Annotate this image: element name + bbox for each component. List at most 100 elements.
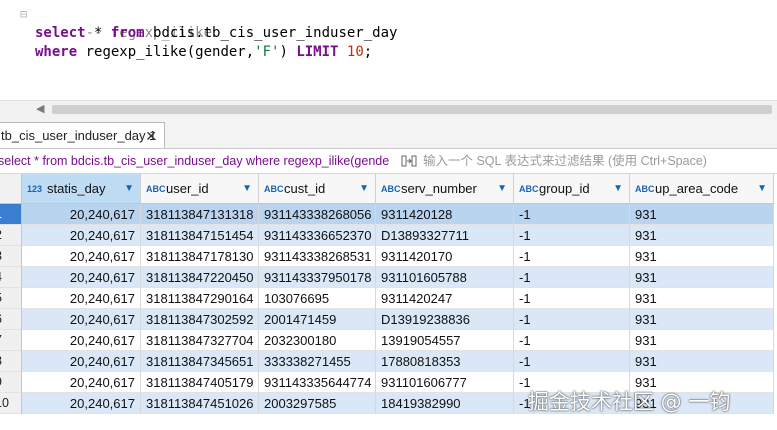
scroll-left-icon[interactable]: ◀ (36, 102, 44, 115)
sql-editor[interactable]: ⊟ -- regexp_ilike select * from bdcis.tb… (0, 0, 777, 100)
cell-serv-number[interactable]: 931101606777 (376, 372, 514, 393)
row-number[interactable]: 10 (0, 393, 22, 414)
cell-statis-day[interactable]: 20,240,617 (22, 246, 141, 267)
cell-cust-id[interactable]: 931143338268056 (259, 204, 376, 225)
table-row[interactable]: 220,240,61731811384715145493114333665237… (0, 225, 777, 246)
sort-dropdown-icon[interactable]: ▼ (497, 174, 507, 204)
cell-up-area-code[interactable]: 931 (630, 246, 774, 267)
cell-serv-number[interactable]: 17880818353 (376, 351, 514, 372)
cell-serv-number[interactable]: 18419382990 (376, 393, 514, 414)
table-row[interactable]: 720,240,61731811384732770420323001801391… (0, 330, 777, 351)
cell-statis-day[interactable]: 20,240,617 (22, 372, 141, 393)
row-number[interactable]: 6 (0, 309, 22, 330)
cell-up-area-code[interactable]: 931 (630, 288, 774, 309)
column-header-statis-day[interactable]: 123 statis_day ▼ (22, 174, 141, 204)
cell-cust-id[interactable]: 103076695 (259, 288, 376, 309)
cell-serv-number[interactable]: 9311420247 (376, 288, 514, 309)
cell-up-area-code[interactable]: 931 (630, 267, 774, 288)
row-number[interactable]: 7 (0, 330, 22, 351)
cell-user-id[interactable]: 318113847151454 (141, 225, 259, 246)
fold-marker-icon[interactable]: ⊟ (20, 5, 32, 24)
cell-group-id[interactable]: -1 (514, 288, 630, 309)
number-type-icon: 123 (27, 184, 43, 194)
cell-statis-day[interactable]: 20,240,617 (22, 267, 141, 288)
code-line-2: select * from bdcis.tb_cis_user_induser_… (35, 24, 397, 43)
sort-dropdown-icon[interactable]: ▼ (242, 174, 252, 204)
cell-cust-id[interactable]: 333338271455 (259, 351, 376, 372)
cell-statis-day[interactable]: 20,240,617 (22, 309, 141, 330)
cell-statis-day[interactable]: 20,240,617 (22, 351, 141, 372)
filter-input[interactable]: 输入一个 SQL 表达式来过滤结果 (使用 Ctrl+Space) (423, 149, 773, 173)
cell-user-id[interactable]: 318113847451026 (141, 393, 259, 414)
cell-statis-day[interactable]: 20,240,617 (22, 204, 141, 225)
cell-up-area-code[interactable]: 931 (630, 330, 774, 351)
close-icon[interactable]: ✕ (145, 123, 157, 149)
row-number[interactable]: 1 (0, 204, 22, 225)
cell-user-id[interactable]: 318113847178130 (141, 246, 259, 267)
column-name: up_area_code (655, 181, 739, 196)
cell-user-id[interactable]: 318113847220450 (141, 267, 259, 288)
cell-group-id[interactable]: -1 (514, 330, 630, 351)
row-number[interactable]: 2 (0, 225, 22, 246)
cell-serv-number[interactable]: D13893327711 (376, 225, 514, 246)
cell-statis-day[interactable]: 20,240,617 (22, 393, 141, 414)
cell-user-id[interactable]: 318113847302592 (141, 309, 259, 330)
cell-statis-day[interactable]: 20,240,617 (22, 288, 141, 309)
cell-cust-id[interactable]: 931143335644774 (259, 372, 376, 393)
cell-user-id[interactable]: 318113847345651 (141, 351, 259, 372)
row-number[interactable]: 8 (0, 351, 22, 372)
table-row[interactable]: 520,240,61731811384729016410307669593114… (0, 288, 777, 309)
column-header-up-area-code[interactable]: ABC up_area_code ▼ (630, 174, 774, 204)
row-number[interactable]: 9 (0, 372, 22, 393)
cell-cust-id[interactable]: 931143337950178 (259, 267, 376, 288)
table-row[interactable]: 620,240,6173181138473025922001471459D139… (0, 309, 777, 330)
cell-up-area-code[interactable]: 931 (630, 225, 774, 246)
sort-dropdown-icon[interactable]: ▼ (757, 174, 767, 204)
cell-up-area-code[interactable]: 931 (630, 204, 774, 225)
cell-cust-id[interactable]: 2001471459 (259, 309, 376, 330)
cell-serv-number[interactable]: 931101605788 (376, 267, 514, 288)
row-number[interactable]: 3 (0, 246, 22, 267)
column-header-serv-number[interactable]: ABC serv_number ▼ (376, 174, 514, 204)
cell-serv-number[interactable]: 9311420128 (376, 204, 514, 225)
editor-horizontal-scrollbar[interactable]: ◀ (0, 100, 777, 119)
table-row[interactable]: 320,240,61731811384717813093114333826853… (0, 246, 777, 267)
column-header-group-id[interactable]: ABC group_id ▼ (514, 174, 630, 204)
cell-group-id[interactable]: -1 (514, 351, 630, 372)
column-header-user-id[interactable]: ABC user_id ▼ (141, 174, 259, 204)
cell-cust-id[interactable]: 2003297585 (259, 393, 376, 414)
filter-expand-icon[interactable] (401, 153, 417, 169)
sort-dropdown-icon[interactable]: ▼ (613, 174, 623, 204)
row-number[interactable]: 4 (0, 267, 22, 288)
table-row[interactable]: 120,240,61731811384713131893114333826805… (0, 204, 777, 225)
cell-group-id[interactable]: -1 (514, 204, 630, 225)
cell-cust-id[interactable]: 931143338268531 (259, 246, 376, 267)
cell-user-id[interactable]: 318113847405179 (141, 372, 259, 393)
cell-user-id[interactable]: 318113847131318 (141, 204, 259, 225)
row-number[interactable]: 5 (0, 288, 22, 309)
cell-cust-id[interactable]: 2032300180 (259, 330, 376, 351)
cell-serv-number[interactable]: 13919054557 (376, 330, 514, 351)
cell-user-id[interactable]: 318113847290164 (141, 288, 259, 309)
sort-dropdown-icon[interactable]: ▼ (124, 174, 134, 204)
result-tab[interactable]: tb_cis_user_induser_day 1 ✕ (0, 122, 165, 148)
table-row[interactable]: 420,240,61731811384722045093114333795017… (0, 267, 777, 288)
cell-group-id[interactable]: -1 (514, 309, 630, 330)
cell-group-id[interactable]: -1 (514, 225, 630, 246)
cell-group-id[interactable]: -1 (514, 267, 630, 288)
cell-up-area-code[interactable]: 931 (630, 351, 774, 372)
cell-cust-id[interactable]: 931143336652370 (259, 225, 376, 246)
cell-statis-day[interactable]: 20,240,617 (22, 330, 141, 351)
cell-serv-number[interactable]: 9311420170 (376, 246, 514, 267)
sort-dropdown-icon[interactable]: ▼ (359, 174, 369, 204)
cell-serv-number[interactable]: D13919238836 (376, 309, 514, 330)
column-header-cust-id[interactable]: ABC cust_id ▼ (259, 174, 376, 204)
cell-up-area-code[interactable]: 931 (630, 309, 774, 330)
cell-group-id[interactable]: -1 (514, 246, 630, 267)
scrollbar-thumb[interactable] (52, 105, 772, 114)
cell-user-id[interactable]: 318113847327704 (141, 330, 259, 351)
row-number-header[interactable] (0, 174, 22, 204)
table-row[interactable]: 820,240,61731811384734565133333827145517… (0, 351, 777, 372)
cell-statis-day[interactable]: 20,240,617 (22, 225, 141, 246)
keyword-limit: LIMIT (296, 44, 339, 60)
